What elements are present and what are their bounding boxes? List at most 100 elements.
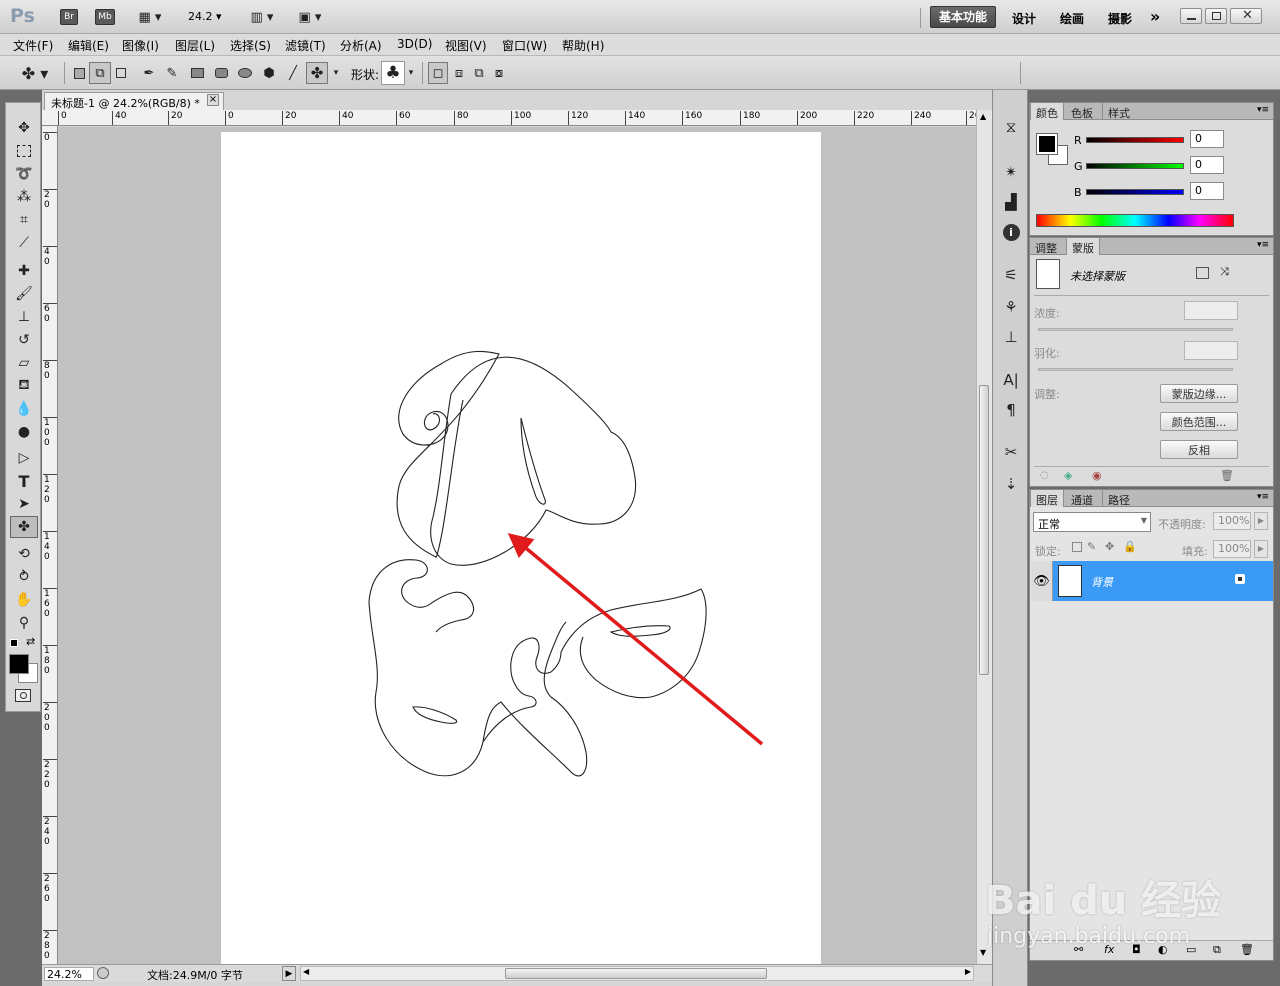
- path-selection-tool-icon[interactable]: ▷: [10, 447, 38, 469]
- status-zoom-field[interactable]: 24.2%: [44, 967, 94, 981]
- foreground-color-swatch[interactable]: [9, 654, 29, 674]
- navigator-panel-icon[interactable]: ✴: [998, 160, 1024, 184]
- horizontal-scroll-thumb[interactable]: [505, 968, 767, 979]
- density-slider[interactable]: [1038, 328, 1233, 331]
- load-selection-icon[interactable]: ◌: [1040, 470, 1049, 481]
- panel-menu-icon[interactable]: ▾≡: [1257, 240, 1269, 250]
- workspace-essentials-button[interactable]: 基本功能: [930, 6, 996, 28]
- custom-shape-icon[interactable]: ✤: [306, 62, 328, 84]
- polygon-shape-icon[interactable]: ⬢: [259, 64, 279, 82]
- geometry-options-icon[interactable]: ▾: [330, 64, 342, 82]
- quick-selection-tool-icon[interactable]: ⁂: [10, 186, 38, 208]
- feather-slider[interactable]: [1038, 368, 1233, 371]
- freeform-pen-icon[interactable]: ✎: [162, 64, 182, 82]
- scroll-right-arrow[interactable]: ▶: [965, 967, 971, 976]
- brush-presets-panel-icon[interactable]: ⚟: [998, 263, 1024, 287]
- type-tool-icon[interactable]: T: [10, 470, 38, 492]
- tab-paths[interactable]: 路径: [1102, 490, 1135, 507]
- g-slider[interactable]: [1086, 163, 1184, 169]
- clone-source-panel-icon[interactable]: ⊥: [998, 325, 1024, 349]
- color-spectrum-ramp[interactable]: [1036, 214, 1234, 227]
- color-fg-swatch[interactable]: [1036, 133, 1058, 155]
- subtract-shape-icon[interactable]: ⧉: [470, 64, 488, 82]
- character-panel-icon[interactable]: A|: [998, 368, 1024, 392]
- bridge-button[interactable]: Br: [60, 9, 78, 25]
- fill-field[interactable]: 100%: [1213, 540, 1251, 558]
- new-shape-layer-icon[interactable]: ◻: [428, 62, 448, 84]
- horizontal-scrollbar[interactable]: ◀ ▶: [300, 966, 974, 981]
- menu-view[interactable]: 视图(V): [445, 37, 487, 54]
- marquee-tool-icon[interactable]: [10, 140, 38, 162]
- new-layer-icon[interactable]: ⧉: [1213, 943, 1221, 957]
- r-value-field[interactable]: 0: [1190, 130, 1224, 148]
- lock-transparent-icon[interactable]: [1072, 542, 1082, 552]
- history-brush-tool-icon[interactable]: ↺: [10, 329, 38, 351]
- opacity-slider-arrow[interactable]: ▶: [1254, 512, 1268, 530]
- tab-color[interactable]: 颜色: [1030, 103, 1064, 120]
- apply-mask-icon[interactable]: ◈: [1064, 469, 1072, 482]
- canvas-area[interactable]: [58, 127, 976, 964]
- menu-help[interactable]: 帮助(H): [562, 37, 604, 54]
- 3d-rotate-tool-icon[interactable]: ⟲: [10, 543, 38, 565]
- rounded-rectangle-icon[interactable]: [211, 64, 231, 82]
- feather-field[interactable]: [1184, 341, 1238, 360]
- tab-channels[interactable]: 通道: [1066, 490, 1098, 507]
- actions-panel-icon[interactable]: ⇣: [998, 472, 1024, 496]
- hand-tool-icon[interactable]: ✋: [10, 589, 38, 611]
- tab-layers[interactable]: 图层: [1030, 490, 1064, 507]
- status-menu-arrow[interactable]: ▶: [282, 966, 296, 981]
- panel-menu-icon[interactable]: ▾≡: [1257, 492, 1269, 502]
- shape-picker-icon[interactable]: ♣: [381, 61, 405, 85]
- layer-name[interactable]: 背景: [1091, 574, 1113, 590]
- paint-bucket-tool-icon[interactable]: ⛾: [10, 375, 38, 397]
- view-extras-icon[interactable]: ▦ ▾: [132, 8, 168, 26]
- delete-layer-icon[interactable]: 🗑: [1240, 943, 1254, 956]
- minimize-button[interactable]: [1180, 8, 1202, 24]
- mask-thumbnail[interactable]: [1036, 259, 1060, 289]
- info-panel-icon[interactable]: i: [998, 220, 1024, 244]
- document-canvas[interactable]: [221, 132, 821, 964]
- intersect-shape-icon[interactable]: ⧇: [490, 64, 508, 82]
- tab-styles[interactable]: 样式: [1102, 103, 1135, 120]
- vector-mask-icon[interactable]: ⤨: [1220, 265, 1229, 279]
- crop-tool-icon[interactable]: ⌗: [10, 209, 38, 231]
- delete-mask-icon[interactable]: 🗑: [1220, 469, 1234, 482]
- move-tool-icon[interactable]: ✥: [10, 117, 38, 139]
- document-tab[interactable]: 未标题-1 @ 24.2%(RGB/8) * ×: [44, 92, 224, 110]
- adjustment-layer-icon[interactable]: ◐: [1158, 943, 1168, 956]
- healing-brush-tool-icon[interactable]: ✚: [10, 260, 38, 282]
- scroll-left-arrow[interactable]: ◀: [303, 967, 309, 976]
- custom-shape-tool-icon[interactable]: ✤: [10, 516, 38, 538]
- workspace-photography-tab[interactable]: 摄影: [1108, 10, 1132, 27]
- disable-mask-icon[interactable]: ◉: [1092, 469, 1102, 482]
- layer-style-icon[interactable]: fx: [1104, 943, 1114, 956]
- fill-pixels-mode-icon[interactable]: [112, 64, 130, 82]
- tool-preset-picker-icon[interactable]: ✤ ▾: [16, 62, 54, 84]
- fill-slider-arrow[interactable]: ▶: [1254, 540, 1268, 558]
- quick-mask-icon[interactable]: [15, 689, 31, 702]
- brush-tool-icon[interactable]: 🖌: [10, 283, 38, 305]
- vertical-ruler[interactable]: 0 2 0 4 0 6 0 8 0 1 0 0 1 2 0 1 4 0 1 6 0 1 8 0 2 …: [42, 126, 58, 964]
- mask-edge-button[interactable]: 蒙版边缘...: [1160, 384, 1238, 403]
- histogram-panel-icon[interactable]: ▟: [998, 190, 1024, 214]
- b-slider[interactable]: [1086, 189, 1184, 195]
- invert-button[interactable]: 反相: [1160, 440, 1238, 459]
- tab-masks[interactable]: 蒙版: [1066, 238, 1100, 255]
- layer-row-background[interactable]: 👁 背景: [1031, 561, 1273, 601]
- horizontal-ruler[interactable]: 0402002040608010012014016018020022024026: [56, 110, 978, 126]
- minibridge-button[interactable]: Mb: [95, 9, 115, 25]
- lock-position-icon[interactable]: ✥: [1105, 540, 1114, 553]
- menu-analysis[interactable]: 分析(A): [340, 37, 382, 54]
- tool-presets-panel-icon[interactable]: ✂: [998, 440, 1024, 464]
- link-layers-icon[interactable]: ⚯: [1074, 943, 1083, 956]
- brushes-panel-icon[interactable]: ⚘: [998, 295, 1024, 319]
- b-value-field[interactable]: 0: [1190, 182, 1224, 200]
- zoom-level-select[interactable]: 24.2 ▾: [188, 10, 232, 26]
- shape-picker-dropdown-icon[interactable]: ▾: [406, 64, 416, 82]
- shape-layers-mode-icon[interactable]: [70, 64, 88, 82]
- close-button[interactable]: ✕: [1230, 8, 1262, 24]
- menu-file[interactable]: 文件(F): [13, 37, 53, 54]
- pen-tool-icon[interactable]: ✒: [139, 64, 159, 82]
- menu-edit[interactable]: 编辑(E): [68, 37, 109, 54]
- dodge-tool-icon[interactable]: ●: [10, 421, 38, 443]
